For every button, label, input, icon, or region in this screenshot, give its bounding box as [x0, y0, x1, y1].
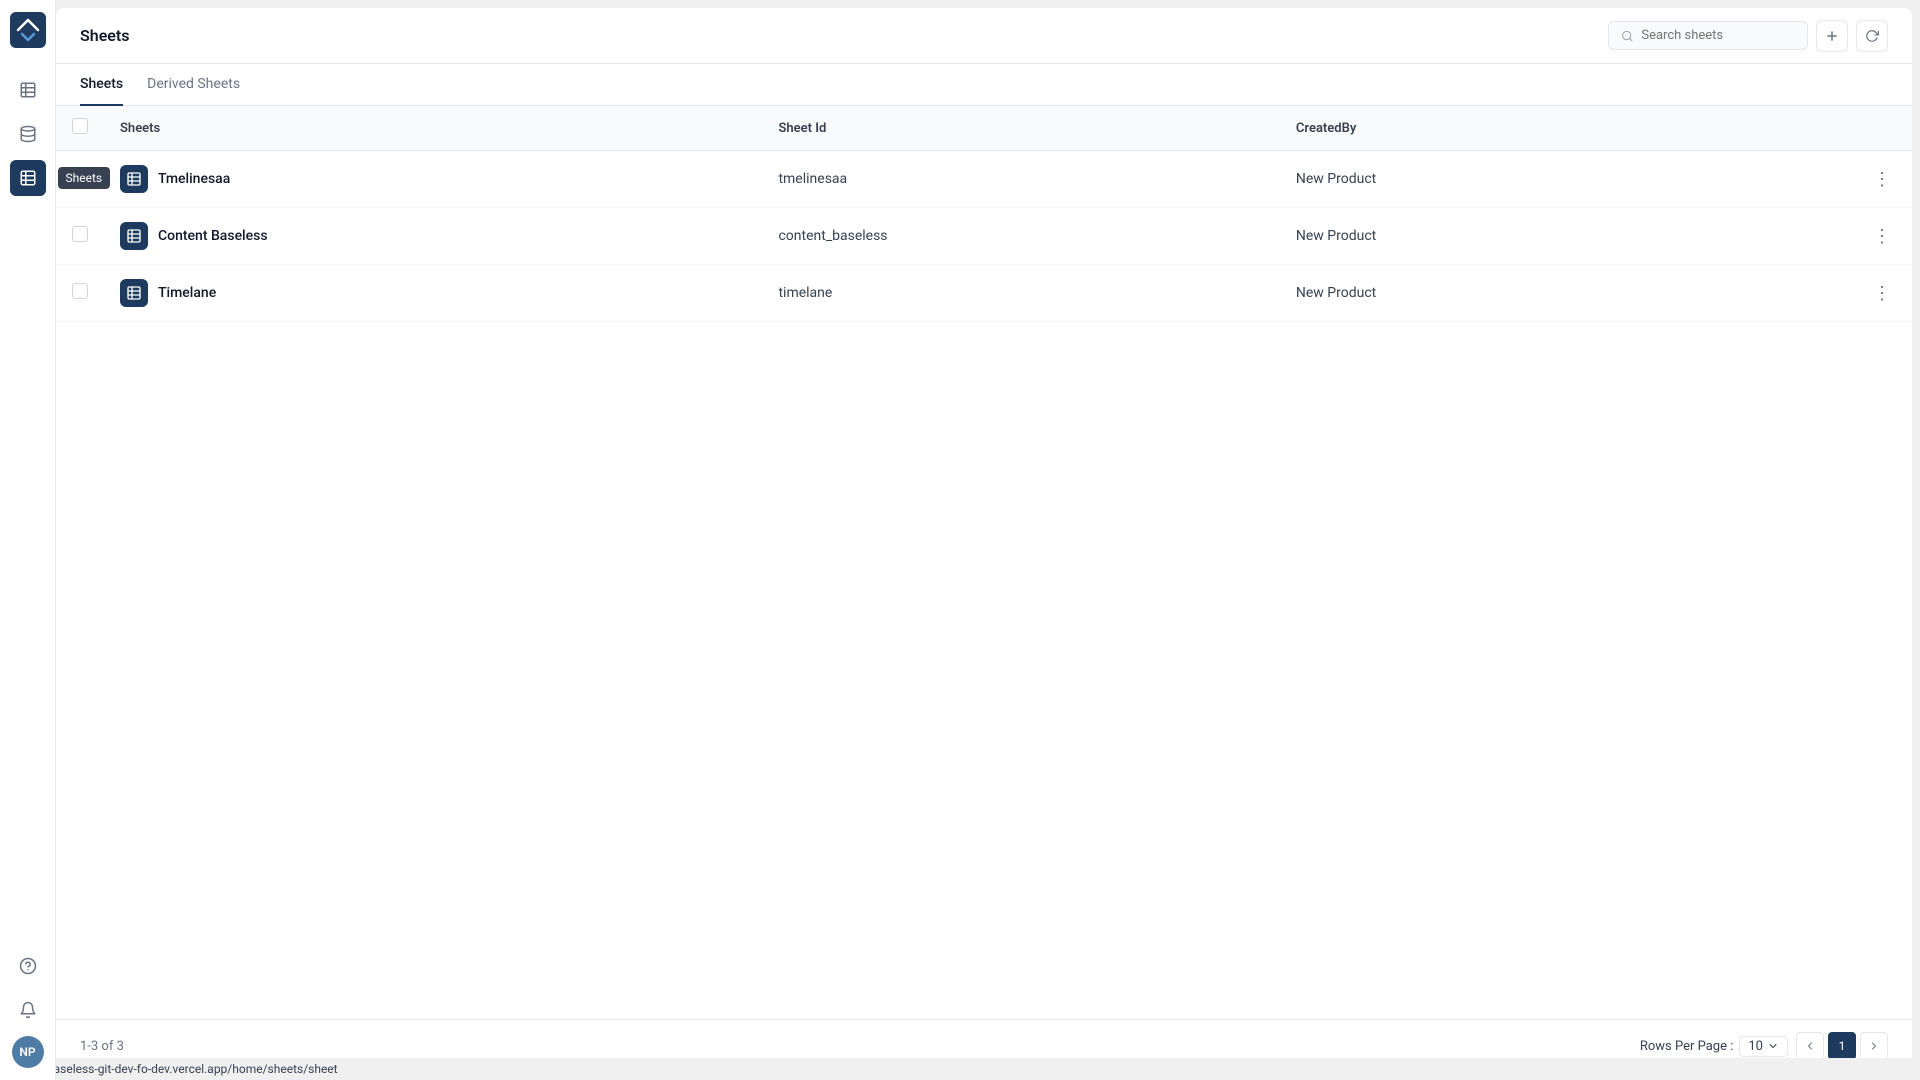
- col-created-by: CreatedBy: [1280, 106, 1692, 151]
- page-nav: 1: [1796, 1032, 1888, 1060]
- sidebar-item-help[interactable]: [10, 948, 46, 984]
- row-actions-cell: ⋮: [1692, 151, 1912, 208]
- search-input[interactable]: [1641, 28, 1795, 43]
- sidebar-item-notifications[interactable]: [10, 992, 46, 1028]
- page-title: Sheets: [80, 26, 130, 45]
- search-icon: [1621, 29, 1633, 43]
- row-sheet-id: tmelinesaa: [762, 151, 1279, 208]
- rows-per-page-value: 10: [1748, 1039, 1763, 1054]
- app-logo[interactable]: [10, 12, 46, 48]
- header-actions: [1608, 20, 1888, 52]
- sidebar-item-sheets[interactable]: Sheets: [10, 160, 46, 196]
- table-row: Timelane timelane New Product ⋮: [56, 265, 1912, 322]
- col-checkbox: [56, 106, 104, 151]
- pagination-info: 1-3 of 3: [80, 1039, 124, 1054]
- table-body: Tmelinesaa tmelinesaa New Product ⋮: [56, 151, 1912, 322]
- sidebar-item-table[interactable]: [10, 72, 46, 108]
- col-sheets: Sheets: [104, 106, 762, 151]
- refresh-button[interactable]: [1856, 20, 1888, 52]
- sidebar-item-database[interactable]: [10, 116, 46, 152]
- tabs: Sheets Derived Sheets: [56, 64, 1912, 106]
- row-checkbox-cell: [56, 151, 104, 208]
- prev-page-button[interactable]: [1796, 1032, 1824, 1060]
- row-checkbox[interactable]: [72, 283, 88, 299]
- row-created-by: New Product: [1280, 208, 1692, 265]
- rows-per-page: Rows Per Page : 10: [1640, 1036, 1788, 1057]
- table-row: Content Baseless content_baseless New Pr…: [56, 208, 1912, 265]
- search-box[interactable]: [1608, 21, 1808, 50]
- row-sheet-id: timelane: [762, 265, 1279, 322]
- row-more-button[interactable]: ⋮: [1868, 279, 1896, 307]
- row-created-by: New Product: [1280, 265, 1692, 322]
- chevron-down-icon: [1767, 1040, 1779, 1052]
- row-sheet-name: Tmelinesaa: [158, 171, 230, 187]
- sheet-icon: [120, 279, 148, 307]
- row-more-button[interactable]: ⋮: [1868, 222, 1896, 250]
- table-row: Tmelinesaa tmelinesaa New Product ⋮: [56, 151, 1912, 208]
- sidebar-nav: Sheets: [10, 72, 46, 948]
- table-container: Sheets Sheet Id CreatedBy: [56, 106, 1912, 1019]
- row-sheet-name: Timelane: [158, 285, 216, 301]
- tab-derived-sheets[interactable]: Derived Sheets: [147, 64, 240, 106]
- row-name-cell: Tmelinesaa: [104, 151, 762, 208]
- select-all-checkbox[interactable]: [72, 118, 88, 134]
- col-sheet-id: Sheet Id: [762, 106, 1279, 151]
- rows-per-page-select[interactable]: 10: [1739, 1036, 1788, 1057]
- add-button[interactable]: [1816, 20, 1848, 52]
- row-actions-cell: ⋮: [1692, 265, 1912, 322]
- sheet-icon: [120, 222, 148, 250]
- avatar[interactable]: NP: [12, 1036, 44, 1068]
- table-header: Sheets Sheet Id CreatedBy: [56, 106, 1912, 151]
- tab-sheets[interactable]: Sheets: [80, 64, 123, 106]
- row-more-button[interactable]: ⋮: [1868, 165, 1896, 193]
- page-1-button[interactable]: 1: [1828, 1032, 1856, 1060]
- col-actions: [1692, 106, 1912, 151]
- sidebar: Sheets NP: [0, 0, 56, 1080]
- rows-per-page-label: Rows Per Page :: [1640, 1039, 1734, 1054]
- row-sheet-name: Content Baseless: [158, 228, 268, 244]
- row-created-by: New Product: [1280, 151, 1692, 208]
- status-url: https://baseless-git-dev-fo-dev.vercel.a…: [8, 1062, 338, 1076]
- header: Sheets: [56, 8, 1912, 64]
- row-actions-cell: ⋮: [1692, 208, 1912, 265]
- row-checkbox[interactable]: [72, 226, 88, 242]
- sidebar-bottom: NP: [10, 948, 46, 1068]
- app-container: Sheets NP: [0, 0, 1920, 1080]
- row-name-cell: Content Baseless: [104, 208, 762, 265]
- main-content: Sheets: [56, 8, 1912, 1072]
- next-page-button[interactable]: [1860, 1032, 1888, 1060]
- sheets-table: Sheets Sheet Id CreatedBy: [56, 106, 1912, 322]
- pagination-controls: Rows Per Page : 10 1: [1640, 1032, 1888, 1060]
- row-name-cell: Timelane: [104, 265, 762, 322]
- status-bar: https://baseless-git-dev-fo-dev.vercel.a…: [0, 1058, 1920, 1080]
- sheet-icon: [120, 165, 148, 193]
- row-sheet-id: content_baseless: [762, 208, 1279, 265]
- row-checkbox[interactable]: [72, 169, 88, 185]
- row-checkbox-cell: [56, 208, 104, 265]
- row-checkbox-cell: [56, 265, 104, 322]
